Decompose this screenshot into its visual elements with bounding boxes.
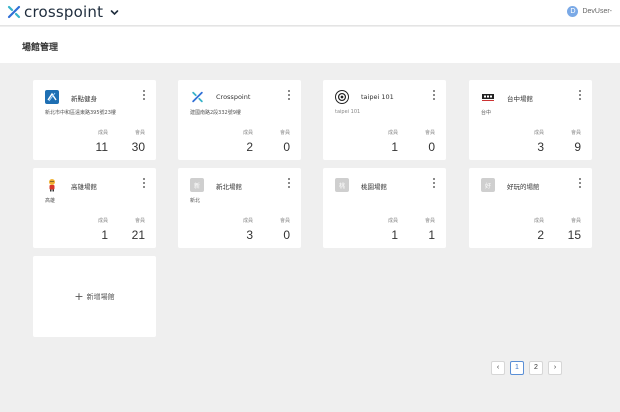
customers-label: 會員	[134, 130, 145, 136]
gym-card[interactable]: 高雄場館 高雄 成員 1 會員 21	[33, 168, 156, 248]
gym-card[interactable]: 台中場館 台中 成員 3 會員 9	[469, 80, 592, 160]
page-title: 場館管理	[22, 43, 59, 53]
customers-count: 0	[283, 228, 290, 242]
members-count: 1	[391, 228, 398, 242]
customers-label: 會員	[570, 130, 581, 136]
customers-label: 會員	[424, 218, 435, 224]
more-options-icon[interactable]	[430, 89, 438, 101]
customers-count: 9	[574, 140, 581, 154]
gym-name: Crosspoint	[216, 93, 251, 101]
gym-card[interactable]: Crosspoint 建國南路2段332號9樓 成員 2 會員 0	[178, 80, 301, 160]
gym-card[interactable]: 桃 桃園場館 成員 1 會員 1	[323, 168, 446, 248]
mascot-icon	[45, 178, 59, 192]
more-options-icon[interactable]	[576, 177, 584, 189]
gym-address: 台中	[481, 110, 492, 116]
more-options-icon[interactable]	[576, 89, 584, 101]
brand-name: crosspoint	[24, 3, 104, 21]
placeholder-logo-icon: 新	[190, 178, 204, 192]
customers-label: 會員	[279, 218, 290, 224]
members-label: 成員	[97, 218, 108, 224]
customers-count: 0	[428, 140, 435, 154]
gym-name: 高雄場館	[71, 183, 97, 191]
gym-address: 建國南路2段332號9樓	[190, 110, 241, 116]
gym-name: 好玩的場館	[507, 183, 540, 191]
members-label: 成員	[533, 218, 544, 224]
members-label: 成員	[97, 130, 108, 136]
plus-icon: +	[74, 290, 84, 303]
gym-logo-icon	[481, 90, 495, 104]
members-label: 成員	[387, 218, 398, 224]
user-name: DevUser-	[582, 8, 612, 15]
members-label: 成員	[387, 130, 398, 136]
members-count: 1	[101, 228, 108, 242]
gym-name: 台中場館	[507, 95, 533, 103]
customers-count: 15	[567, 228, 581, 242]
crosspoint-logo-icon	[7, 5, 21, 19]
members-label: 成員	[533, 130, 544, 136]
more-options-icon[interactable]	[140, 89, 148, 101]
members-label: 成員	[242, 130, 253, 136]
gym-name: 桃園場館	[361, 183, 387, 191]
members-label: 成員	[242, 218, 253, 224]
members-count: 1	[391, 140, 398, 154]
placeholder-logo-icon: 桃	[335, 178, 349, 192]
gym-address: taipei 101	[335, 109, 361, 115]
gym-logo-icon	[45, 90, 59, 104]
top-navigation-bar: crosspoint D DevUser-	[0, 0, 620, 26]
more-options-icon[interactable]	[285, 89, 293, 101]
customers-label: 會員	[424, 130, 435, 136]
members-count: 2	[246, 140, 253, 154]
next-page-button[interactable]: ›	[548, 361, 562, 375]
prev-page-button[interactable]: ‹	[491, 361, 505, 375]
add-gym-label: 新增場館	[86, 292, 115, 301]
page-button-2[interactable]: 2	[529, 361, 543, 375]
camera-lens-icon	[335, 90, 349, 104]
members-count: 2	[537, 228, 544, 242]
page-button-1[interactable]: 1	[510, 361, 524, 375]
customers-count: 0	[283, 140, 290, 154]
more-options-icon[interactable]	[285, 177, 293, 189]
gym-address: 新北	[190, 198, 201, 204]
crosspoint-logo-icon	[190, 90, 204, 104]
gym-card[interactable]: 新 新北場館 新北 成員 3 會員 0	[178, 168, 301, 248]
customers-label: 會員	[134, 218, 145, 224]
more-options-icon[interactable]	[430, 177, 438, 189]
customers-count: 1	[428, 228, 435, 242]
gym-name: taipei 101	[361, 93, 394, 101]
avatar: D	[567, 6, 579, 17]
brand-switcher[interactable]: crosspoint	[7, 3, 119, 21]
page-header: 場館管理	[0, 27, 620, 63]
more-options-icon[interactable]	[140, 177, 148, 189]
customers-count: 30	[131, 140, 145, 154]
customers-count: 21	[131, 228, 145, 242]
gym-card[interactable]: taipei 101 taipei 101 成員 1 會員 0	[323, 80, 446, 160]
gym-name: 新北場館	[216, 183, 242, 191]
customers-label: 會員	[570, 218, 581, 224]
members-count: 11	[95, 140, 108, 154]
gym-name: 新點健身	[71, 95, 97, 103]
placeholder-logo-icon: 好	[481, 178, 495, 192]
user-menu[interactable]: D DevUser-	[567, 6, 612, 17]
members-count: 3	[246, 228, 253, 242]
members-count: 3	[537, 140, 544, 154]
add-gym-button[interactable]: + 新增場館	[33, 256, 156, 337]
customers-label: 會員	[279, 130, 290, 136]
gym-card[interactable]: 好 好玩的場館 成員 2 會員 15	[469, 168, 592, 248]
gym-card[interactable]: 新點健身 新北市中和區遠東路395號23樓 成員 11 會員 30	[33, 80, 156, 160]
gym-address: 新北市中和區遠東路395號23樓	[45, 110, 116, 116]
gym-address: 高雄	[45, 198, 56, 204]
chevron-down-icon	[110, 9, 119, 15]
